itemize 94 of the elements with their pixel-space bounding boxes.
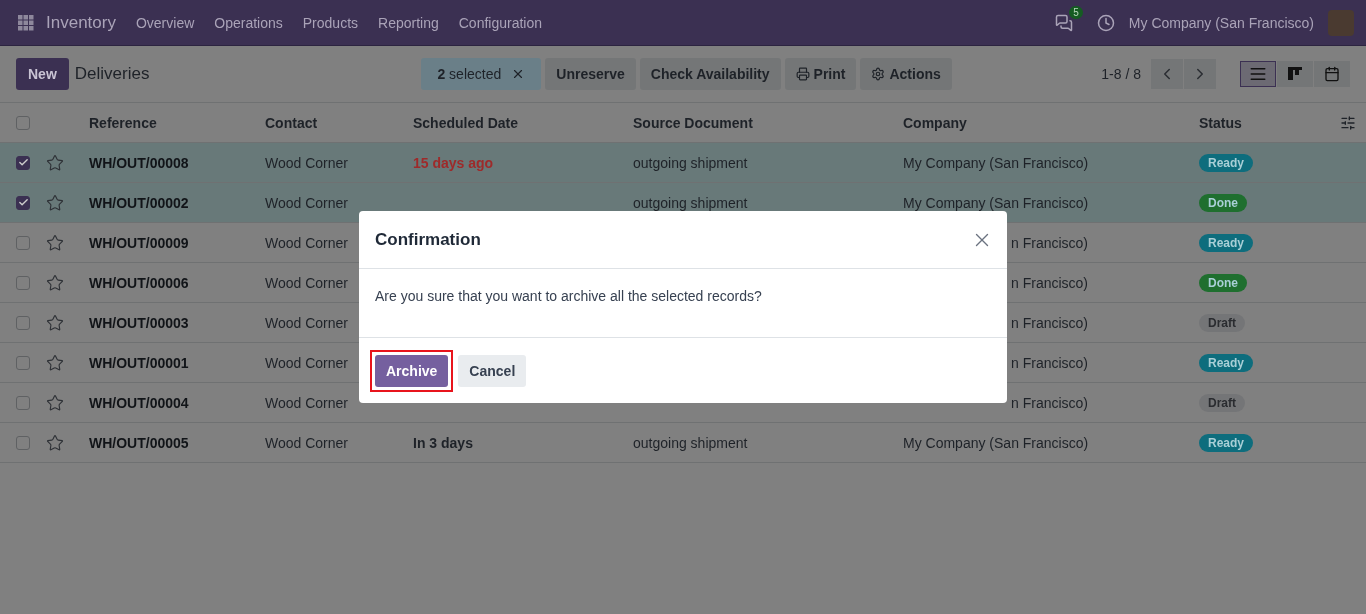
calendar-icon xyxy=(1324,66,1340,82)
list-icon xyxy=(1249,65,1267,83)
table-cell: WH/OUT/00005 xyxy=(89,434,189,451)
app-name[interactable]: Inventory xyxy=(46,12,116,33)
next-button[interactable] xyxy=(1184,59,1216,89)
kanban-icon xyxy=(1287,66,1303,82)
table-cell: Wood Corner xyxy=(265,354,348,371)
new-button[interactable]: New xyxy=(16,58,69,90)
star-icon[interactable] xyxy=(46,393,64,412)
clock-icon[interactable] xyxy=(1096,13,1115,32)
table-cell: Wood Corner xyxy=(265,194,348,211)
star-icon[interactable] xyxy=(46,233,64,252)
table-cell: n Francisco) xyxy=(1011,234,1089,251)
column-header[interactable]: Status xyxy=(1199,114,1242,131)
menu-item[interactable]: Reporting xyxy=(378,14,439,31)
dialog-button[interactable]: Cancel xyxy=(458,354,527,387)
column-header[interactable]: Scheduled Date xyxy=(413,114,519,131)
column-header[interactable]: Source Document xyxy=(633,114,753,131)
table-cell: outgoing shipment xyxy=(633,154,748,171)
pager-value: 1-8 / 8 xyxy=(1101,66,1141,82)
table-cell: Wood Corner xyxy=(265,434,348,451)
column-header[interactable]: Company xyxy=(903,114,967,131)
status-badge: Ready xyxy=(1199,353,1254,372)
star-icon[interactable] xyxy=(46,193,64,212)
status-badge: Done xyxy=(1199,273,1247,292)
table-cell: 15 days ago xyxy=(413,154,494,171)
action-button[interactable]: Actions xyxy=(860,58,952,90)
table-cell: WH/OUT/00003 xyxy=(89,314,189,331)
star-icon[interactable] xyxy=(46,273,64,292)
action-button[interactable]: Print xyxy=(784,58,857,90)
dialog-title: Confirmation xyxy=(375,229,481,250)
menu-item[interactable]: Overview xyxy=(135,14,195,31)
dialog-button[interactable]: Archive xyxy=(375,354,449,387)
status-badge: Done xyxy=(1199,193,1247,212)
gear-icon xyxy=(871,67,886,81)
column-header[interactable]: Contact xyxy=(265,114,318,131)
table-cell: WH/OUT/00008 xyxy=(89,154,189,171)
status-badge: Ready xyxy=(1199,153,1254,172)
status-badge: Draft xyxy=(1199,313,1245,332)
sliders-icon[interactable] xyxy=(1340,114,1356,131)
page-title: Deliveries xyxy=(74,64,150,84)
printer-icon xyxy=(795,67,810,81)
table-cell: Wood Corner xyxy=(265,314,348,331)
row-checkbox[interactable] xyxy=(16,355,30,370)
table-cell: WH/OUT/00004 xyxy=(89,394,189,411)
column-header[interactable]: Reference xyxy=(89,114,157,131)
table-cell: My Company (San Francisco) xyxy=(903,434,1089,451)
row-checkbox[interactable] xyxy=(16,315,30,330)
table-cell: In 3 days xyxy=(413,434,473,451)
table-cell: n Francisco) xyxy=(1011,274,1089,291)
selection-count: 2 selected xyxy=(437,66,502,82)
status-badge: Ready xyxy=(1199,433,1254,452)
action-button[interactable]: Unreserve xyxy=(545,58,636,90)
view-switch-button[interactable] xyxy=(1314,61,1350,87)
star-icon[interactable] xyxy=(46,433,64,452)
row-checkbox[interactable] xyxy=(16,435,30,450)
row-checkbox[interactable] xyxy=(16,275,30,290)
row-checkbox[interactable] xyxy=(16,155,30,170)
star-icon[interactable] xyxy=(46,313,64,332)
action-button[interactable]: Check Availability xyxy=(639,58,781,90)
table-cell: outgoing shipment xyxy=(633,434,748,451)
table-cell: WH/OUT/00001 xyxy=(89,354,189,371)
table-cell: Wood Corner xyxy=(265,234,348,251)
table-cell: WH/OUT/00006 xyxy=(89,274,189,291)
table-cell: My Company (San Francisco) xyxy=(903,194,1089,211)
table-cell: n Francisco) xyxy=(1011,354,1089,371)
row-checkbox[interactable] xyxy=(16,195,30,210)
select-all-checkbox[interactable] xyxy=(16,115,30,130)
table-cell: Wood Corner xyxy=(265,274,348,291)
table-cell: outgoing shipment xyxy=(633,194,748,211)
view-switch-button[interactable] xyxy=(1240,61,1276,87)
view-switch-button[interactable] xyxy=(1277,61,1313,87)
table-cell: My Company (San Francisco) xyxy=(903,154,1089,171)
table-cell: n Francisco) xyxy=(1011,314,1089,331)
company-switcher[interactable]: My Company (San Francisco) xyxy=(1128,14,1314,31)
menu-item[interactable]: Operations xyxy=(214,14,283,31)
row-checkbox[interactable] xyxy=(16,235,30,250)
table-cell: n Francisco) xyxy=(1011,394,1089,411)
status-badge: Draft xyxy=(1199,393,1245,412)
table-cell: Wood Corner xyxy=(265,394,348,411)
menu-item[interactable]: Products xyxy=(302,14,359,31)
apps-grid-icon[interactable] xyxy=(18,14,34,31)
menu-item[interactable]: Configuration xyxy=(458,14,542,31)
chat-icon[interactable] xyxy=(1054,13,1073,32)
table-cell: Wood Corner xyxy=(265,154,348,171)
dialog-message: Are you sure that you want to archive all the selected records? xyxy=(375,288,762,304)
status-badge: Ready xyxy=(1199,233,1254,252)
star-icon[interactable] xyxy=(46,153,64,172)
message-count: 5 xyxy=(1069,5,1083,19)
previous-button[interactable] xyxy=(1151,59,1183,89)
row-checkbox[interactable] xyxy=(16,395,30,410)
table-cell: WH/OUT/00002 xyxy=(89,194,189,211)
star-icon[interactable] xyxy=(46,353,64,372)
table-cell: WH/OUT/00009 xyxy=(89,234,189,251)
